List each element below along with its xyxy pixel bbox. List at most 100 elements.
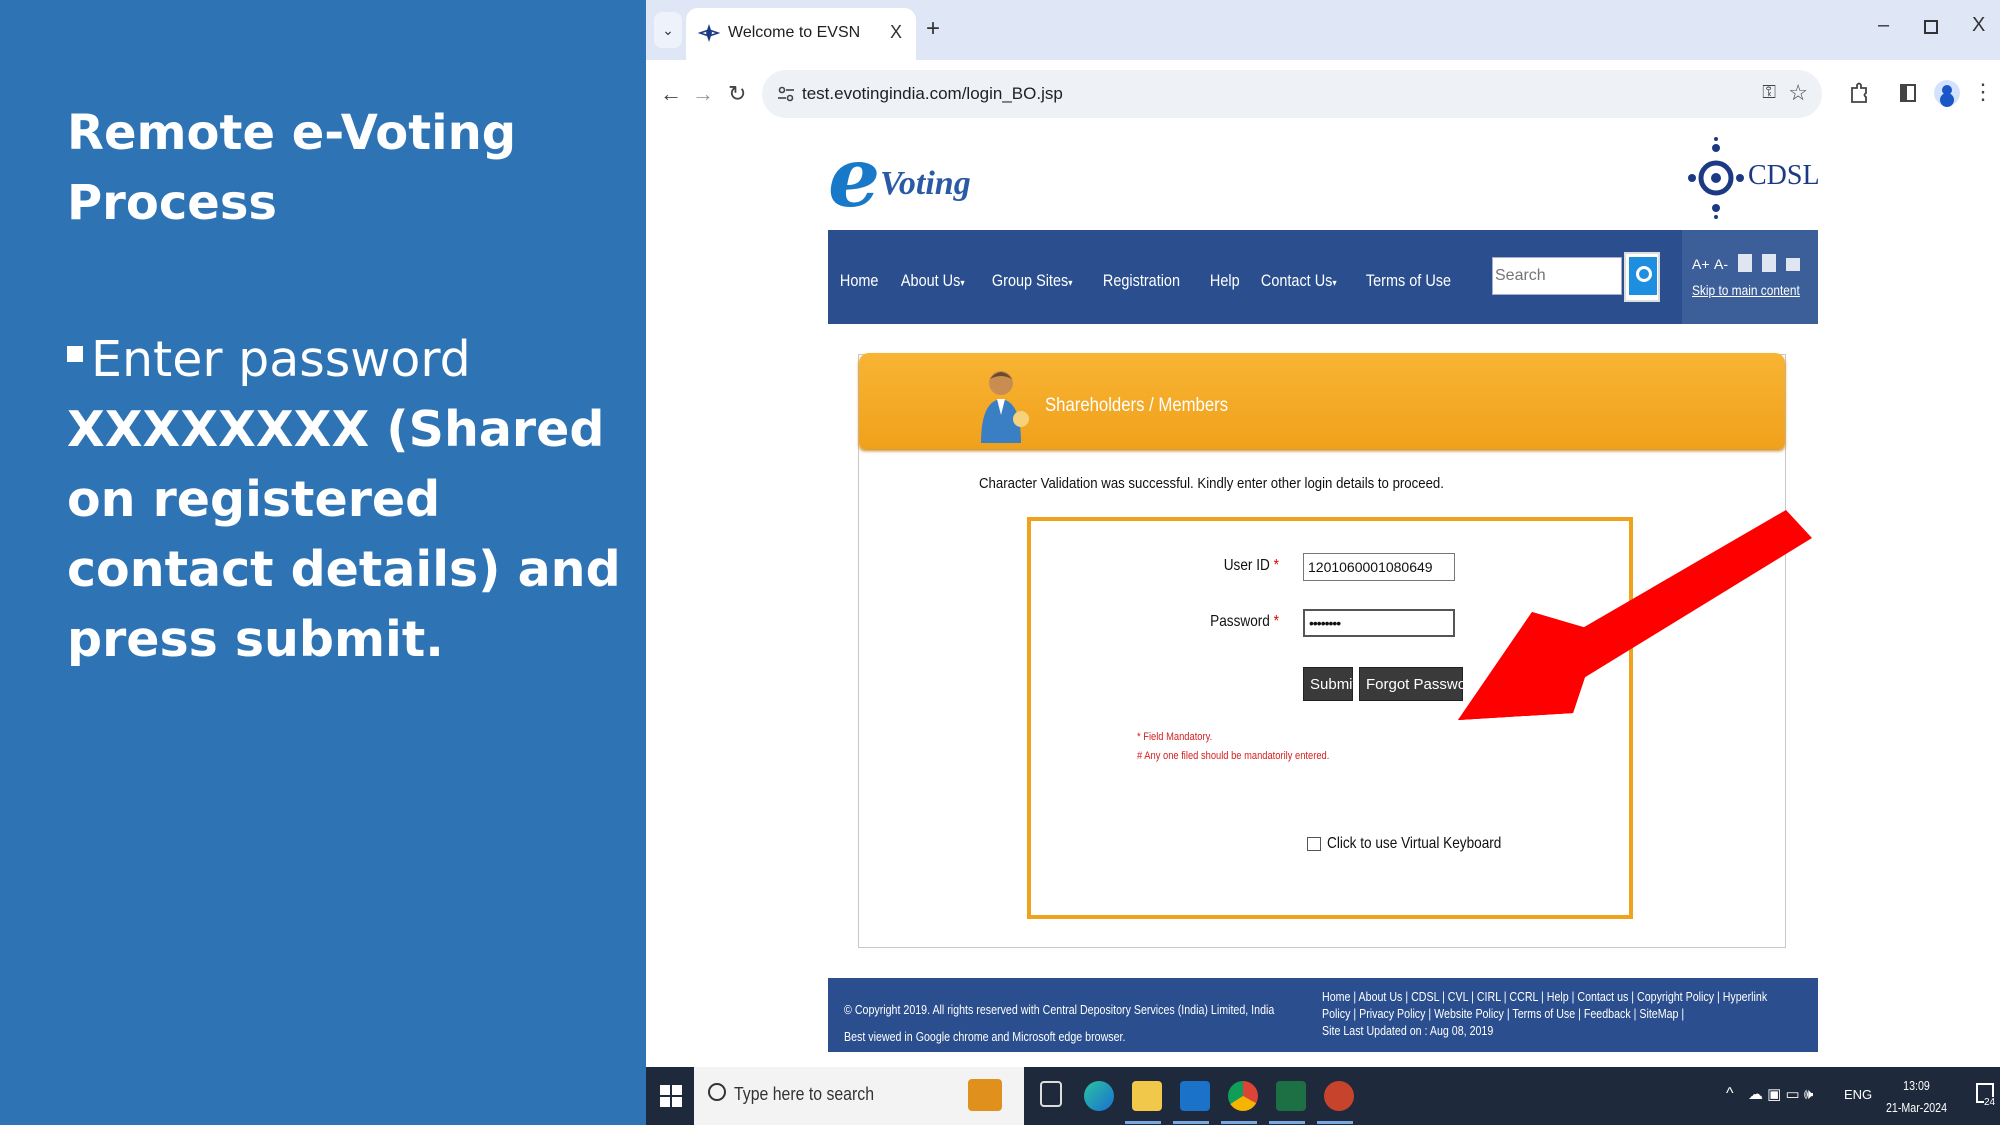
show-hidden-icons-chevron[interactable]: ^ bbox=[1726, 1085, 1734, 1103]
powerpoint-icon[interactable] bbox=[1324, 1081, 1354, 1111]
instruction-bold: XXXXXXXX (Shared on registered contact d… bbox=[67, 401, 621, 668]
active-indicator bbox=[1125, 1121, 1161, 1124]
accessibility-tools: A+ A- Skip to main content bbox=[1682, 230, 1818, 324]
userid-input[interactable] bbox=[1303, 553, 1455, 581]
forgot-password-button[interactable]: Forgot Password bbox=[1359, 667, 1479, 701]
active-indicator bbox=[1269, 1121, 1305, 1124]
cdsl-logo[interactable]: CDSL bbox=[1686, 136, 1820, 220]
nav-menu: Home About Us▾ Group Sites▾ Registration Hel… bbox=[828, 270, 1470, 295]
sitemap-icon[interactable] bbox=[1762, 254, 1776, 272]
window-close-button[interactable]: X bbox=[1972, 14, 1985, 37]
extensions-puzzle-icon[interactable] bbox=[1850, 82, 1868, 104]
slide-instruction: Enter password XXXXXXXX (Shared on regis… bbox=[67, 325, 642, 675]
kebab-menu-icon[interactable]: ⋮ bbox=[1972, 78, 1994, 106]
minimize-button[interactable]: – bbox=[1878, 14, 1889, 37]
evoting-e-glyph: e bbox=[828, 130, 881, 226]
slide-title: Remote e-Voting Process bbox=[67, 105, 517, 231]
password-label: Password * bbox=[1210, 613, 1279, 630]
any-one-note: # Any one filed should be mandatorily en… bbox=[1137, 750, 1330, 762]
briefcase-icon[interactable] bbox=[968, 1079, 1002, 1111]
site-info-icon[interactable] bbox=[776, 84, 796, 104]
restore-button[interactable] bbox=[1924, 20, 1938, 34]
nav-item-help[interactable]: Help bbox=[1198, 270, 1252, 295]
evoting-logo[interactable]: e Voting bbox=[828, 130, 988, 226]
forward-arrow-icon[interactable]: → bbox=[692, 82, 714, 106]
nav-item-registration[interactable]: Registration bbox=[1091, 270, 1192, 295]
active-indicator bbox=[1317, 1121, 1353, 1124]
outlook-icon[interactable] bbox=[1180, 1081, 1210, 1111]
browser-toolbar: ← → ↻ test.evotingindia.com/login_BO.jsp… bbox=[646, 60, 2000, 128]
reload-icon[interactable]: ↻ bbox=[728, 82, 746, 106]
edge-browser-icon[interactable] bbox=[1084, 1081, 1114, 1111]
nav-item-contact-us[interactable]: Contact Us▾ bbox=[1249, 270, 1349, 295]
back-arrow-icon[interactable]: ← bbox=[660, 82, 682, 106]
red-arrow-annotation bbox=[1458, 510, 1812, 720]
font-increase-button[interactable]: A+ bbox=[1692, 256, 1710, 272]
task-view-icon[interactable] bbox=[1040, 1081, 1062, 1107]
taskbar-search-placeholder[interactable]: Type here to search bbox=[734, 1084, 874, 1105]
file-explorer-icon[interactable] bbox=[1132, 1081, 1162, 1111]
excel-icon[interactable] bbox=[1276, 1081, 1306, 1111]
input-language[interactable]: ENG bbox=[1844, 1087, 1872, 1102]
site-search-button[interactable] bbox=[1624, 252, 1660, 302]
dropdown-caret-icon: ▾ bbox=[960, 278, 965, 289]
taskbar-search-box[interactable]: Type here to search bbox=[694, 1067, 1024, 1125]
password-key-icon[interactable]: ⚿ bbox=[1762, 82, 1776, 103]
clock[interactable]: 13:09 21-Mar-2024 bbox=[1886, 1075, 1947, 1119]
nav-item-terms-of-use[interactable]: Terms of Use bbox=[1354, 270, 1463, 295]
address-bar[interactable]: test.evotingindia.com/login_BO.jsp ⚿ ☆ bbox=[762, 70, 1822, 118]
url-text[interactable]: test.evotingindia.com/login_BO.jsp bbox=[802, 83, 1063, 105]
system-tray: ^ ☁ ▣ ▭ 🕪 ENG 13:09 21-Mar-2024 24 bbox=[1726, 1067, 2000, 1125]
new-tab-button[interactable]: + bbox=[926, 14, 940, 44]
nav-item-group-sites[interactable]: Group Sites▾ bbox=[980, 270, 1084, 295]
instruction-lead: Enter password bbox=[91, 331, 471, 388]
mandatory-note: * Field Mandatory. bbox=[1137, 731, 1213, 743]
login-panel-header: Shareholders / Members bbox=[859, 353, 1785, 449]
footer-copyright: © Copyright 2019. All rights reserved wi… bbox=[844, 1002, 1275, 1044]
site-search-input[interactable] bbox=[1492, 257, 1622, 295]
userid-label: User ID * bbox=[1223, 557, 1279, 574]
browser-window: ⌄ Welcome to EVSN X + – X ← → ↻ test.evo… bbox=[646, 0, 2000, 1067]
validation-message: Character Validation was successful. Kin… bbox=[979, 475, 1444, 492]
mail-icon[interactable] bbox=[1786, 258, 1800, 271]
font-decrease-button[interactable]: A- bbox=[1714, 256, 1728, 272]
chrome-icon[interactable] bbox=[1228, 1081, 1258, 1111]
skip-to-main-link[interactable]: Skip to main content bbox=[1692, 282, 1800, 298]
browser-tab[interactable]: Welcome to EVSN X bbox=[686, 8, 916, 60]
virtual-keyboard-checkbox[interactable] bbox=[1307, 837, 1321, 851]
active-indicator bbox=[1173, 1121, 1209, 1124]
windows-taskbar: Type here to search ^ ☁ ▣ ▭ 🕪 ENG 13:09 … bbox=[646, 1067, 2000, 1125]
site-footer: © Copyright 2019. All rights reserved wi… bbox=[828, 978, 1818, 1052]
footer-links[interactable]: Home | About Us | CDSL | CVL | CIRL | CC… bbox=[1322, 988, 1781, 1039]
nav-item-home[interactable]: Home bbox=[828, 270, 890, 295]
tray-status-icons[interactable]: ☁ ▣ ▭ 🕪 bbox=[1748, 1085, 1813, 1103]
notification-count: 24 bbox=[1984, 1097, 1996, 1108]
tab-title: Welcome to EVSN bbox=[728, 24, 861, 41]
slide-panel: Remote e-Voting Process Enter password X… bbox=[0, 0, 646, 1125]
bullet-square-icon bbox=[67, 346, 83, 362]
tab-search-chevron-icon[interactable]: ⌄ bbox=[654, 12, 682, 48]
tab-strip: ⌄ Welcome to EVSN X + – X bbox=[646, 0, 2000, 60]
shareholder-avatar-icon bbox=[981, 371, 1029, 443]
side-panel-icon[interactable] bbox=[1900, 84, 1916, 102]
dropdown-caret-icon: ▾ bbox=[1332, 278, 1337, 289]
password-input[interactable] bbox=[1303, 609, 1455, 637]
active-indicator bbox=[1221, 1121, 1257, 1124]
search-icon bbox=[708, 1083, 726, 1101]
evsn-favicon-icon bbox=[698, 24, 720, 42]
tab-close-icon[interactable]: X bbox=[890, 20, 902, 44]
site-navbar: Home About Us▾ Group Sites▾ Registration Hel… bbox=[828, 230, 1818, 324]
virtual-keyboard-label[interactable]: Click to use Virtual Keyboard bbox=[1327, 835, 1501, 853]
contrast-icon[interactable] bbox=[1738, 254, 1752, 272]
bookmark-star-icon[interactable]: ☆ bbox=[1788, 80, 1808, 106]
submit-button[interactable]: Submit bbox=[1303, 667, 1357, 701]
nav-item-about-us[interactable]: About Us▾ bbox=[889, 270, 977, 295]
required-mark: * bbox=[1273, 557, 1279, 574]
required-mark: * bbox=[1273, 613, 1279, 630]
dropdown-caret-icon: ▾ bbox=[1068, 278, 1073, 289]
windows-start-icon[interactable] bbox=[660, 1085, 682, 1107]
profile-avatar-icon[interactable] bbox=[1934, 80, 1960, 106]
login-panel-title: Shareholders / Members bbox=[1045, 395, 1229, 416]
cdsl-logo-text: CDSL bbox=[1748, 160, 1820, 191]
page-content: e Voting CDSL Home About Us▾ Group Sites▾ R… bbox=[646, 128, 2000, 1067]
